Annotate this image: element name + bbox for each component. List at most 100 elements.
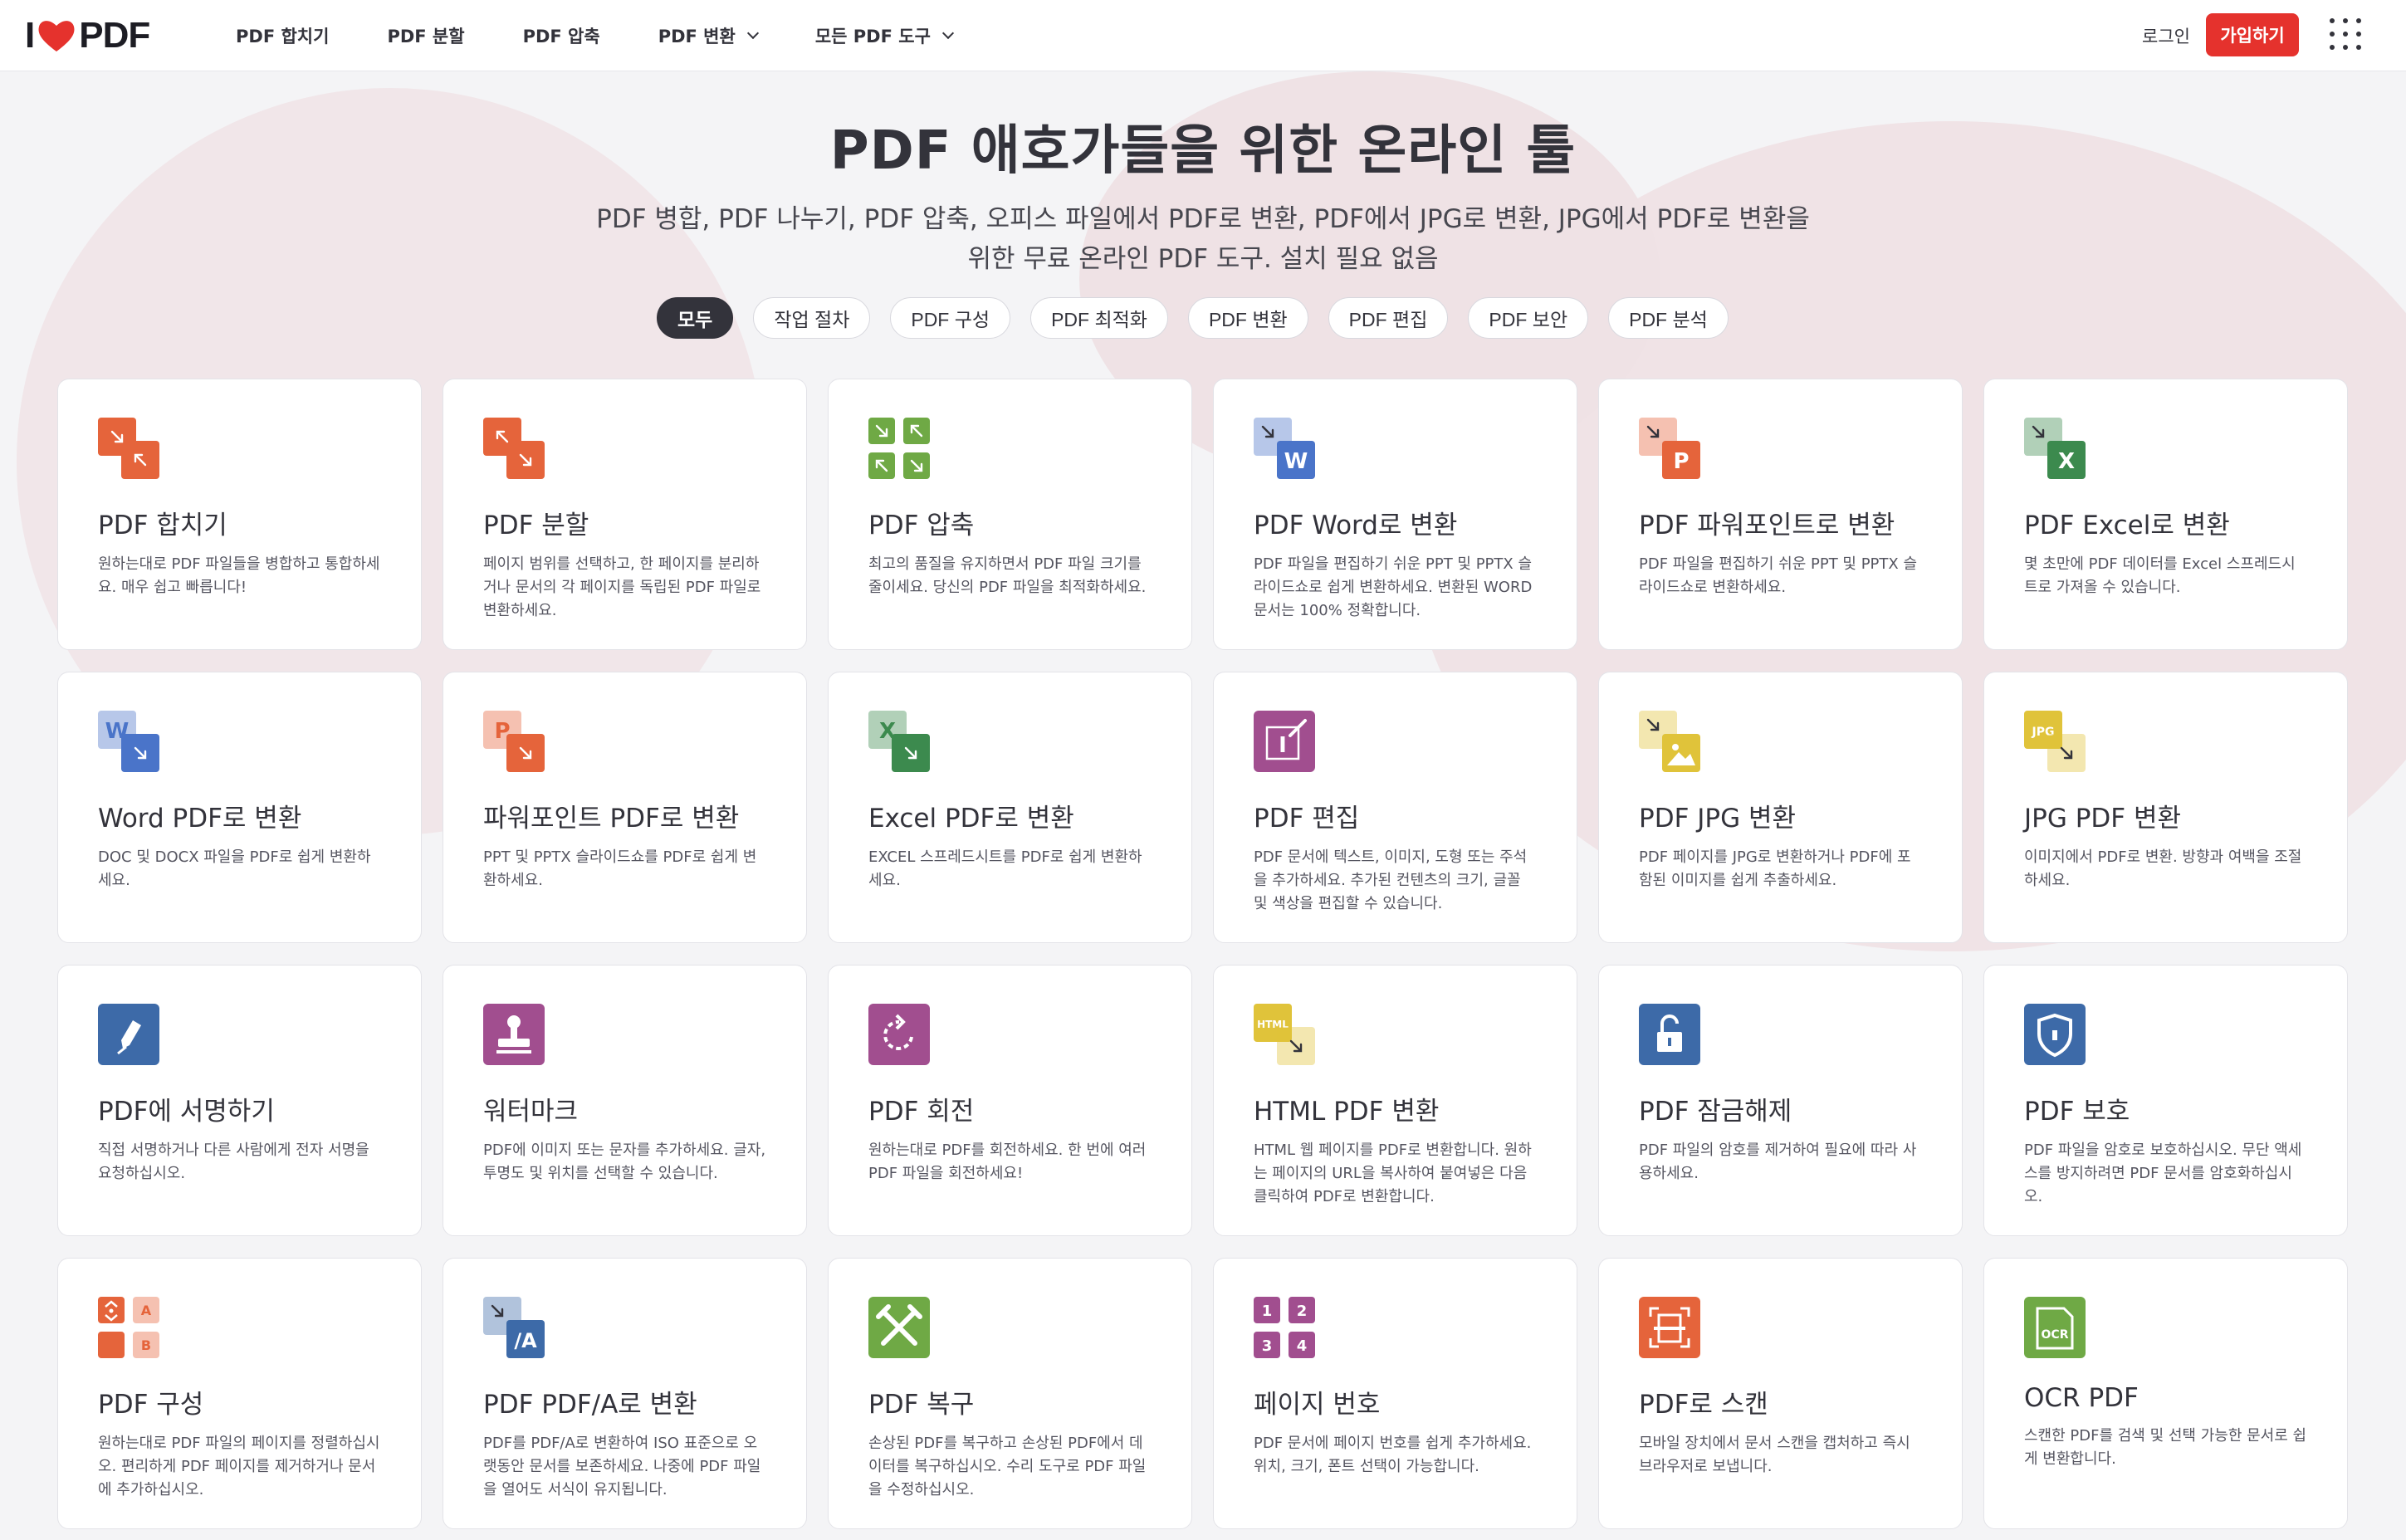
tool-card-html-pdf[interactable]: HTML HTML PDF 변환 HTML 웹 페이지를 PDF로 변환합니다. 원… bbox=[1213, 965, 1577, 1236]
jpg-to-pdf-icon: JPG bbox=[2024, 711, 2086, 772]
grid-apps-icon[interactable] bbox=[2330, 18, 2363, 51]
main-nav: PDF 합치기 PDF 분할 PDF 압축 PDF 변환 모든 PDF 도구 bbox=[236, 0, 1010, 71]
svg-text:W: W bbox=[1284, 449, 1308, 474]
tool-card-merge[interactable]: PDF 합치기 원하는대로 PDF 파일들을 병합하고 통합하세요. 매우 쉽고 … bbox=[57, 379, 422, 650]
svg-text:2: 2 bbox=[1297, 1303, 1308, 1320]
tool-card-pdfa[interactable]: /A PDF PDF/A로 변환 PDF를 PDF/A로 변환하여 ISO 표준으로… bbox=[443, 1258, 807, 1529]
page-numbers-icon: 1 2 3 4 bbox=[1254, 1297, 1315, 1358]
heart-icon bbox=[38, 21, 75, 51]
login-link[interactable]: 로그인 bbox=[2142, 23, 2190, 48]
tool-card-pdf-ppt[interactable]: P PDF 파워포인트로 변환 PDF 파일을 편집하기 쉬운 PPT 및 PPTX… bbox=[1598, 379, 1963, 650]
tool-description: 원하는대로 PDF 파일의 페이지를 정렬하십시오. 편리하게 PDF 페이지를… bbox=[98, 1435, 380, 1498]
tool-card-edit[interactable]: I PDF 편집 PDF 문서에 텍스트, 이미지, 도형 또는 주석을 추가하세요… bbox=[1213, 672, 1577, 943]
tool-card-organize[interactable]: A B PDF 구성원하는대로 PDF 파일의 페이지를 정렬하십시오. 편리하게 … bbox=[57, 1258, 422, 1529]
signup-button[interactable]: 가입하기 bbox=[2206, 13, 2299, 56]
tool-card-ocr[interactable]: OCR OCR PDF 스캔한 PDF를 검색 및 선택 가능한 문서로 쉽게 변환… bbox=[1983, 1258, 2348, 1529]
tool-card-page-numbers[interactable]: 1 2 3 4 페이지 번호 PDF 문서에 페이지 번호를 쉽게 추가하세요. 위치, … bbox=[1213, 1258, 1577, 1529]
tool-description: PDF에 이미지 또는 문자를 추가하세요. 글자, 투명도 및 위치를 선택할… bbox=[483, 1142, 766, 1182]
svg-text:4: 4 bbox=[1297, 1337, 1308, 1355]
tool-title: JPG PDF 변환 bbox=[2024, 804, 2182, 834]
filter-chip-4[interactable]: PDF 변환 bbox=[1187, 297, 1308, 339]
tool-description: PDF 파일을 편집하기 쉬운 PPT 및 PPTX 슬라이드쇼로 변환하세요. bbox=[1639, 555, 1918, 596]
tool-card-repair[interactable]: PDF 복구 손상된 PDF를 복구하고 손상된 PDF에서 데이터를 복구하십시… bbox=[828, 1258, 1192, 1529]
tool-description: DOC 및 DOCX 파일을 PDF로 쉽게 변환하세요. bbox=[98, 848, 371, 889]
svg-text:A: A bbox=[141, 1303, 152, 1318]
word-to-pdf-icon: W bbox=[98, 711, 159, 772]
merge-icon bbox=[98, 418, 159, 479]
tool-title: PDF로 스캔 bbox=[1639, 1390, 1768, 1420]
tool-description: 이미지에서 PDF로 변환. 방향과 여백을 조절하세요. bbox=[2024, 848, 2302, 889]
tool-title: PDF 편집 bbox=[1254, 804, 1360, 834]
chevron-down-icon bbox=[746, 27, 759, 40]
filter-chip-7[interactable]: PDF 분석 bbox=[1608, 297, 1729, 339]
powerpoint-to-pdf-icon: P bbox=[483, 711, 545, 772]
tool-card-jpg-pdf[interactable]: JPG JPG PDF 변환이미지에서 PDF로 변환. 방향과 여백을 조절하세… bbox=[1983, 672, 2348, 943]
tool-card-split[interactable]: PDF 분할페이지 범위를 선택하고, 한 페이지를 분리하거나 문서의 각 페… bbox=[443, 379, 807, 650]
tool-description: 페이지 범위를 선택하고, 한 페이지를 분리하거나 문서의 각 페이지를 독립… bbox=[483, 555, 761, 619]
tool-description: HTML 웹 페이지를 PDF로 변환합니다. 원하는 페이지의 URL을 복사… bbox=[1254, 1142, 1532, 1205]
tool-description: 손상된 PDF를 복구하고 손상된 PDF에서 데이터를 복구하십시오. 수리 … bbox=[868, 1435, 1147, 1498]
tool-title: 페이지 번호 bbox=[1254, 1390, 1381, 1420]
nav-item-0[interactable]: PDF 합치기 bbox=[236, 23, 329, 48]
tool-title: PDF JPG 변환 bbox=[1639, 804, 1797, 834]
tool-description: PDF 페이지를 JPG로 변환하거나 PDF에 포함된 이미지를 쉽게 추출하… bbox=[1639, 848, 1911, 889]
tool-card-rotate[interactable]: PDF 회전 원하는대로 PDF를 회전하세요. 한 번에 여러 PDF 파일을 … bbox=[828, 965, 1192, 1236]
compress-icon bbox=[868, 418, 930, 479]
tool-card-watermark[interactable]: 워터마크 PDF에 이미지 또는 문자를 추가하세요. 글자, 투명도 및 위치를… bbox=[443, 965, 807, 1236]
pdf-to-pdfa-icon: /A bbox=[483, 1297, 545, 1358]
tool-title: PDF 압축 bbox=[868, 511, 975, 540]
tool-card-pdf-excel[interactable]: X PDF Excel로 변환 몇 초만에 PDF 데이터를 Excel 스프레드시… bbox=[1983, 379, 2348, 650]
pdf-to-jpg-icon bbox=[1639, 711, 1700, 772]
tool-title: PDF 분할 bbox=[483, 511, 589, 540]
tool-description: 원하는대로 PDF 파일들을 병합하고 통합하세요. 매우 쉽고 빠릅니다! bbox=[98, 555, 380, 596]
sign-pen-icon bbox=[98, 1004, 159, 1065]
nav-item-label: PDF 합치기 bbox=[236, 27, 330, 46]
nav-item-2[interactable]: PDF 압축 bbox=[523, 23, 600, 48]
tool-description: PDF 문서에 텍스트, 이미지, 도형 또는 주석을 추가하세요. 추가된 컨… bbox=[1254, 848, 1528, 912]
filter-chip-2[interactable]: PDF 구성 bbox=[890, 297, 1011, 339]
filter-chip-3[interactable]: PDF 최적화 bbox=[1030, 297, 1168, 339]
filter-chip-5[interactable]: PDF 편집 bbox=[1328, 297, 1449, 339]
nav-item-4[interactable]: 모든 PDF 도구 bbox=[815, 23, 954, 48]
filter-chip-0[interactable]: 모두 bbox=[657, 297, 734, 339]
filter-chip-6[interactable]: PDF 보안 bbox=[1468, 297, 1589, 339]
tool-title: PDF 파워포인트로 변환 bbox=[1639, 511, 1895, 540]
tool-card-pdf-word[interactable]: W PDF Word로 변환 PDF 파일을 편집하기 쉬운 PPT 및 PPTX … bbox=[1213, 379, 1577, 650]
tool-description: 스캔한 PDF를 검색 및 선택 가능한 문서로 쉽게 변환합니다. bbox=[2024, 1427, 2307, 1468]
tool-title: PDF 구성 bbox=[98, 1390, 204, 1420]
ocr-icon: OCR bbox=[2024, 1297, 2086, 1358]
tool-card-compress[interactable]: PDF 압축 최고의 품질을 유지하면서 PDF 파일 크기를 줄이세요. 당신의… bbox=[828, 379, 1192, 650]
pdf-to-excel-icon: X bbox=[2024, 418, 2086, 479]
top-navbar: I PDF PDF 합치기 PDF 분할 PDF 압축 PDF 변환 모든 PDF 도구… bbox=[0, 0, 2406, 71]
tool-title: HTML PDF 변환 bbox=[1254, 1097, 1440, 1127]
ilovepdf-logo[interactable]: I PDF bbox=[25, 15, 150, 56]
nav-item-3[interactable]: PDF 변환 bbox=[658, 23, 759, 48]
tool-card-scan[interactable]: PDF로 스캔모바일 장치에서 문서 스캔을 캡처하고 즉시 브라우저로 보냅니… bbox=[1598, 1258, 1963, 1529]
tools-grid: PDF 합치기 원하는대로 PDF 파일들을 병합하고 통합하세요. 매우 쉽고 … bbox=[57, 379, 2348, 1529]
tool-title: 파워포인트 PDF로 변환 bbox=[483, 804, 740, 834]
tool-card-pdf-jpg[interactable]: PDF JPG 변환 PDF 페이지를 JPG로 변환하거나 PDF에 포함된 이… bbox=[1598, 672, 1963, 943]
tool-description: 모바일 장치에서 문서 스캔을 캡처하고 즉시 브라우저로 보냅니다. bbox=[1639, 1435, 1910, 1475]
tool-card-protect[interactable]: PDF 보호 PDF 파일을 암호로 보호하십시오. 무단 액세스를 방지하려면 … bbox=[1983, 965, 2348, 1236]
filter-chip-1[interactable]: 작업 절차 bbox=[753, 297, 871, 339]
tool-description: PDF 파일을 편집하기 쉬운 PPT 및 PPTX 슬라이드쇼로 쉽게 변환하… bbox=[1254, 555, 1533, 619]
nav-item-label: PDF 분할 bbox=[387, 27, 465, 46]
tool-title: PDF에 서명하기 bbox=[98, 1097, 275, 1127]
tool-card-word-pdf[interactable]: W Word PDF로 변환 DOC 및 DOCX 파일을 PDF로 쉽게 변환하세… bbox=[57, 672, 422, 943]
tool-title: Excel PDF로 변환 bbox=[868, 804, 1074, 834]
tool-card-unlock[interactable]: PDF 잠금해제 PDF 파일의 암호를 제거하여 필요에 따라 사용하세요. bbox=[1598, 965, 1963, 1236]
protect-shield-icon bbox=[2024, 1004, 2086, 1065]
tool-title: PDF 보호 bbox=[2024, 1097, 2130, 1127]
hero: PDF 애호가들을 위한 온라인 툴 PDF 병합, PDF 나누기, PDF … bbox=[0, 108, 2406, 279]
nav-item-1[interactable]: PDF 분할 bbox=[387, 23, 464, 48]
watermark-stamp-icon bbox=[483, 1004, 545, 1065]
tool-card-ppt-pdf[interactable]: P 파워포인트 PDF로 변환 PPT 및 PPTX 슬라이드쇼를 PDF로 쉽게 … bbox=[443, 672, 807, 943]
tool-title: 워터마크 bbox=[483, 1097, 579, 1127]
pdf-to-word-icon: W bbox=[1254, 418, 1315, 479]
category-filters: 모두 작업 절차 PDF 구성 PDF 최적화 PDF 변환 PDF 편집 PDF 보안 PD… bbox=[657, 297, 1748, 339]
tool-description: PDF 파일의 암호를 제거하여 필요에 따라 사용하세요. bbox=[1639, 1142, 1917, 1182]
tool-card-excel-pdf[interactable]: X Excel PDF로 변환 EXCEL 스프레드시트를 PDF로 쉽게 변환하세… bbox=[828, 672, 1192, 943]
pdf-to-powerpoint-icon: P bbox=[1639, 418, 1700, 479]
tool-card-sign[interactable]: PDF에 서명하기 직접 서명하거나 다른 사람에게 전자 서명을 요청하십시오. bbox=[57, 965, 422, 1236]
svg-text:B: B bbox=[141, 1337, 151, 1353]
